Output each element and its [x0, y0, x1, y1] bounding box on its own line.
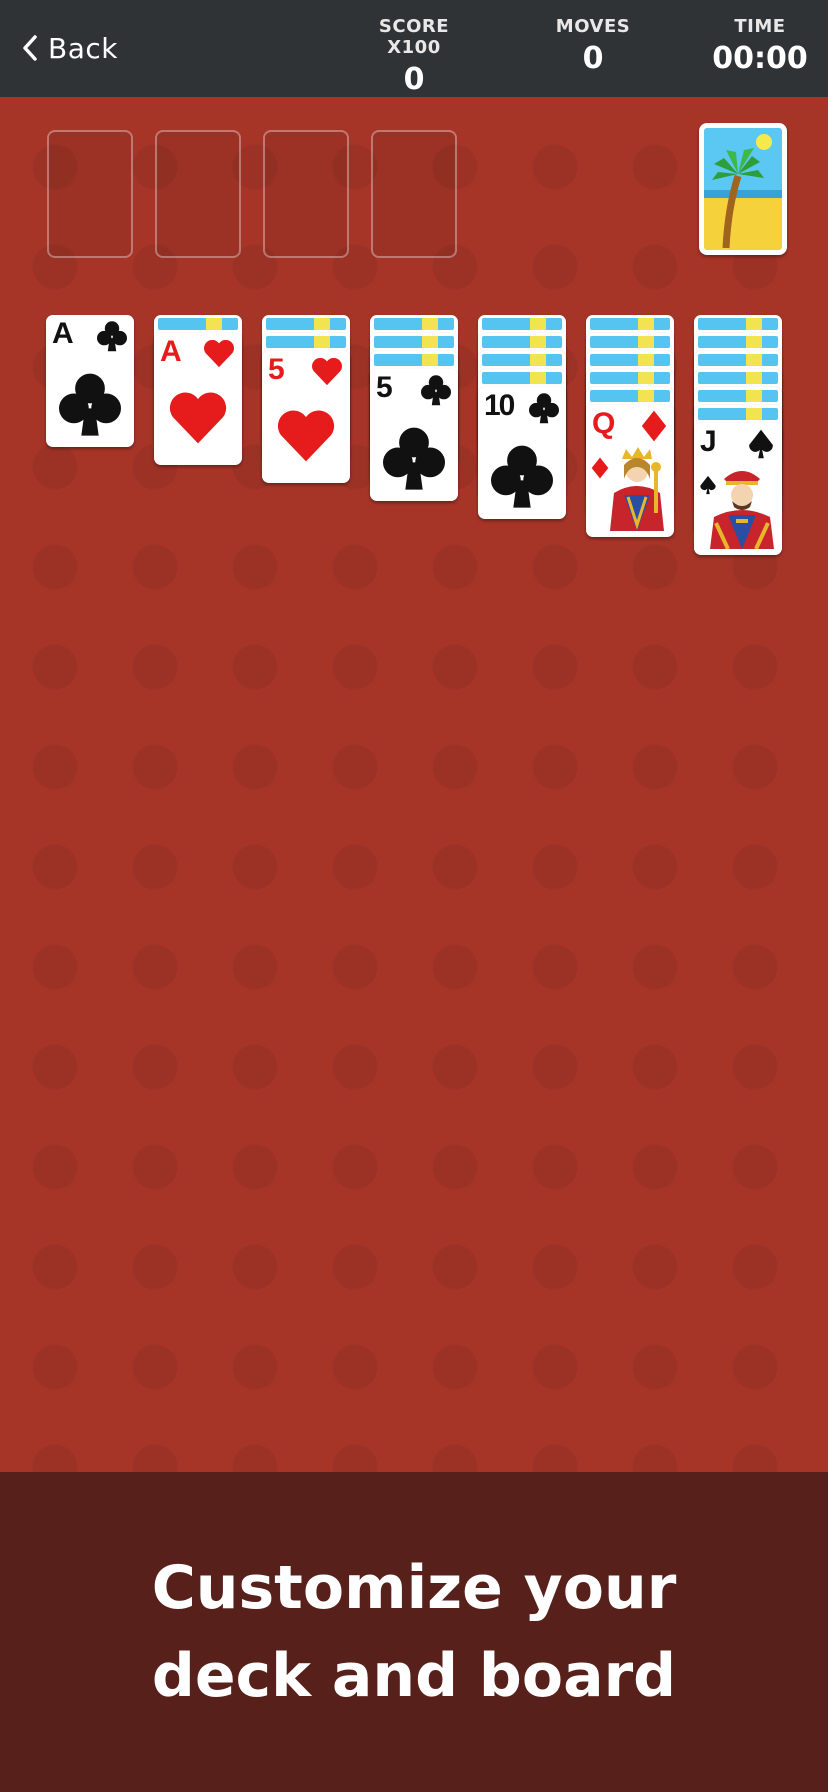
score-label: SCORE X100	[378, 16, 450, 58]
diamond-icon	[641, 410, 667, 446]
time-label: TIME	[734, 16, 786, 37]
score-stat: SCORE X100 0	[350, 16, 478, 97]
palm-tree-card-back-icon	[704, 128, 782, 250]
top-bar: Back SCORE X100 0 MOVES 0 TIME 00:00	[0, 0, 828, 97]
queen-portrait-icon	[602, 445, 674, 531]
foundation-slot-4[interactable]	[371, 130, 457, 258]
heart-icon	[203, 338, 235, 372]
promo-line-1: Customize your	[151, 1553, 677, 1623]
time-value: 00:00	[712, 41, 808, 76]
chevron-left-icon	[22, 34, 38, 62]
club-icon	[421, 374, 451, 410]
card-queen-of-diamonds[interactable]: Q	[586, 405, 674, 537]
card-rank: A	[160, 335, 182, 368]
moves-stat: MOVES 0	[548, 16, 638, 76]
club-icon	[59, 371, 121, 441]
club-icon	[529, 392, 559, 428]
card-ace-of-hearts[interactable]: A	[154, 333, 242, 465]
game-board: A A 5 5 10 Q J	[0, 97, 828, 1472]
card-rank: 5	[268, 353, 285, 386]
card-five-of-hearts[interactable]: 5	[262, 351, 350, 483]
moves-value: 0	[582, 41, 604, 76]
card-rank: 10	[484, 389, 515, 422]
back-button[interactable]: Back	[22, 24, 118, 72]
card-ten-of-clubs[interactable]: 10	[478, 387, 566, 519]
card-ace-of-clubs[interactable]: A	[46, 315, 134, 447]
card-jack-of-spades[interactable]: J	[694, 423, 782, 555]
foundation-slot-2[interactable]	[155, 130, 241, 258]
moves-label: MOVES	[555, 16, 631, 37]
foundation-slot-1[interactable]	[47, 130, 133, 258]
promo-text: Customize your deck and board	[152, 1544, 677, 1720]
club-icon	[491, 443, 553, 513]
promo-line-2: deck and board	[151, 1641, 677, 1711]
foundation-slot-3[interactable]	[263, 130, 349, 258]
card-rank: A	[52, 317, 74, 350]
spade-icon	[747, 428, 775, 464]
heart-icon	[311, 356, 343, 390]
heart-icon	[276, 407, 336, 467]
club-icon	[383, 425, 445, 495]
stock-pile[interactable]	[699, 123, 787, 255]
card-rank: J	[700, 425, 717, 458]
time-stat: TIME 00:00	[704, 16, 816, 76]
promo-banner: Customize your deck and board	[0, 1472, 828, 1792]
card-five-of-clubs[interactable]: 5	[370, 369, 458, 501]
heart-icon	[168, 389, 228, 449]
card-rank: 5	[376, 371, 393, 404]
back-label: Back	[48, 31, 118, 65]
score-value: 0	[403, 62, 425, 97]
jack-portrait-icon	[706, 463, 778, 550]
card-rank: Q	[592, 407, 616, 440]
club-icon	[97, 320, 127, 356]
